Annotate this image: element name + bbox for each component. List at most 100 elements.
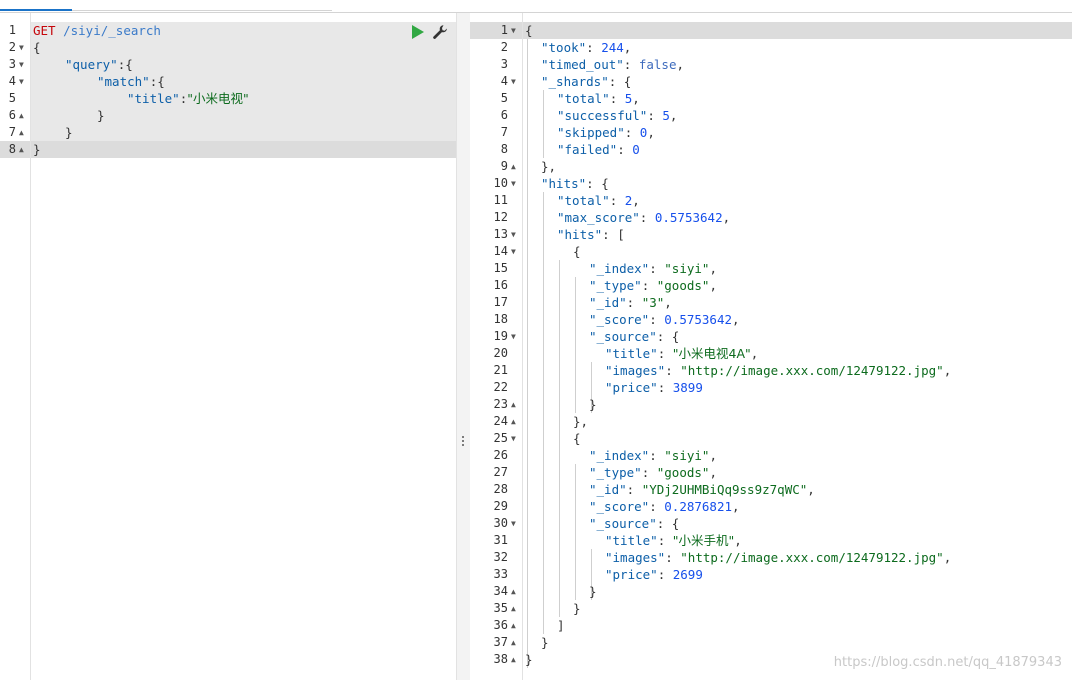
- brace: }: [589, 397, 597, 412]
- json-string: "http://image.xxx.com/12479122.jpg": [680, 363, 944, 378]
- indent-guide: [575, 464, 576, 600]
- play-icon[interactable]: [412, 25, 424, 39]
- request-line: }: [97, 107, 456, 124]
- brace: }: [541, 159, 549, 174]
- json-key: "_source": [589, 516, 657, 531]
- line-number: 24: [493, 414, 508, 428]
- response-line: "images": "http://image.xxx.com/12479122…: [605, 550, 952, 565]
- response-line: "successful": 5,: [557, 108, 678, 123]
- fold-toggle-icon[interactable]: ▲: [511, 634, 516, 651]
- line-number: 20: [493, 346, 508, 360]
- json-number: 2699: [672, 567, 703, 582]
- response-line: "_shards": {: [541, 74, 632, 89]
- response-line: "max_score": 0.5753642,: [557, 210, 731, 225]
- fold-toggle-icon[interactable]: ▼: [19, 73, 24, 90]
- fold-toggle-icon[interactable]: ▼: [511, 22, 516, 39]
- json-key: "successful": [557, 108, 648, 123]
- response-line: "skipped": 0,: [557, 125, 655, 140]
- brace: {: [671, 329, 680, 344]
- fold-toggle-icon[interactable]: ▼: [19, 56, 24, 73]
- json-key: "_score": [589, 499, 650, 514]
- fold-toggle-icon[interactable]: ▼: [511, 243, 516, 260]
- json-string: "小米电视4A": [672, 346, 751, 361]
- json-string: "goods": [656, 465, 710, 480]
- line-number: 3: [8, 57, 16, 71]
- json-key: "_score": [589, 312, 650, 327]
- fold-toggle-icon[interactable]: ▼: [511, 328, 516, 345]
- response-line: "failed": 0: [557, 142, 640, 157]
- active-tab-indicator[interactable]: [0, 9, 72, 11]
- json-string: "siyi": [664, 448, 710, 463]
- json-key: "_index": [589, 261, 650, 276]
- response-line: "hits": {: [541, 176, 609, 191]
- request-line: "query":{: [65, 56, 456, 73]
- json-key: "price": [605, 567, 658, 582]
- response-viewer[interactable]: 1 2 3 4 5 6 7 8 9 10 11 12 13 14 15 16 17 18 19 20 21 22 23 24 2…: [470, 13, 1072, 680]
- request-line: GET /siyi/_search: [33, 22, 456, 39]
- fold-toggle-icon[interactable]: ▲: [511, 651, 516, 668]
- response-line: {: [573, 243, 1072, 260]
- fold-toggle-icon[interactable]: ▲: [511, 158, 516, 175]
- fold-toggle-icon[interactable]: ▼: [19, 39, 24, 56]
- json-string: "siyi": [664, 261, 710, 276]
- indent-guide: [559, 260, 560, 617]
- indent-guide: [575, 277, 576, 413]
- response-line: "hits": [: [557, 227, 625, 242]
- wrench-icon[interactable]: [432, 24, 448, 40]
- fold-toggle-icon[interactable]: ▼: [511, 515, 516, 532]
- response-line: {: [573, 430, 1072, 447]
- response-line: "images": "http://image.xxx.com/12479122…: [605, 363, 952, 378]
- fold-toggle-icon[interactable]: ▼: [511, 73, 516, 90]
- json-number: 5: [624, 91, 633, 106]
- request-editor[interactable]: 1 2 3 4 5 6 7 8 ▼ ▼ ▼ ▲ ▲ ▲ GET /siyi/_search {…: [0, 13, 456, 680]
- line-number: 9: [500, 159, 508, 173]
- fold-toggle-icon[interactable]: ▼: [511, 226, 516, 243]
- json-key: "hits": [541, 176, 587, 191]
- response-gutter: 1 2 3 4 5 6 7 8 9 10 11 12 13 14 15 16 17 18 19 20 21 22 23 24 2…: [470, 13, 523, 680]
- response-line: "_type": "goods",: [589, 465, 717, 480]
- json-key: "images": [605, 550, 666, 565]
- punct: :{: [149, 74, 165, 89]
- line-number: 1: [8, 23, 16, 37]
- line-number: 33: [493, 567, 508, 581]
- brace: {: [601, 176, 609, 191]
- watermark: https://blog.csdn.net/qq_41879343: [833, 655, 1062, 670]
- fold-toggle-icon[interactable]: ▲: [511, 413, 516, 430]
- fold-toggle-icon[interactable]: ▼: [511, 430, 516, 447]
- line-number: 13: [493, 227, 508, 241]
- response-line: "took": 244,: [541, 40, 632, 55]
- json-key: "_source": [589, 329, 657, 344]
- line-number: 29: [493, 499, 508, 513]
- line-number: 15: [493, 261, 508, 275]
- request-line: "match":{: [97, 73, 456, 90]
- response-line: "timed_out": false,: [541, 57, 685, 72]
- vertical-dots-icon[interactable]: [462, 436, 465, 448]
- brace: {: [573, 431, 581, 446]
- line-number: 6: [8, 108, 16, 122]
- fold-toggle-icon[interactable]: ▲: [511, 583, 516, 600]
- json-number: 244: [601, 40, 624, 55]
- response-code[interactable]: { "took": 244, "timed_out": false, "_sha…: [523, 13, 1072, 680]
- fold-toggle-icon[interactable]: ▲: [511, 617, 516, 634]
- fold-toggle-icon[interactable]: ▲: [19, 141, 24, 158]
- fold-toggle-icon[interactable]: ▲: [511, 396, 516, 413]
- line-number: 2: [500, 40, 508, 54]
- json-key: "title": [605, 346, 658, 361]
- fold-toggle-icon[interactable]: ▲: [19, 124, 24, 141]
- response-line: "_source": {: [589, 329, 680, 344]
- line-number: 31: [493, 533, 508, 547]
- top-tab-bar: [0, 0, 1072, 13]
- fold-toggle-icon[interactable]: ▲: [511, 600, 516, 617]
- request-code[interactable]: GET /siyi/_search { "query":{ "match":{ …: [31, 13, 456, 680]
- response-line: "_index": "siyi",: [589, 261, 717, 276]
- response-line: }: [541, 634, 1072, 651]
- json-key: "skipped": [557, 125, 625, 140]
- json-key: "query": [65, 57, 118, 72]
- brace: }: [541, 635, 549, 650]
- line-number: 19: [493, 329, 508, 343]
- line-number: 27: [493, 465, 508, 479]
- request-line: }: [65, 124, 456, 141]
- line-number: 37: [493, 635, 508, 649]
- fold-toggle-icon[interactable]: ▼: [511, 175, 516, 192]
- fold-toggle-icon[interactable]: ▲: [19, 107, 24, 124]
